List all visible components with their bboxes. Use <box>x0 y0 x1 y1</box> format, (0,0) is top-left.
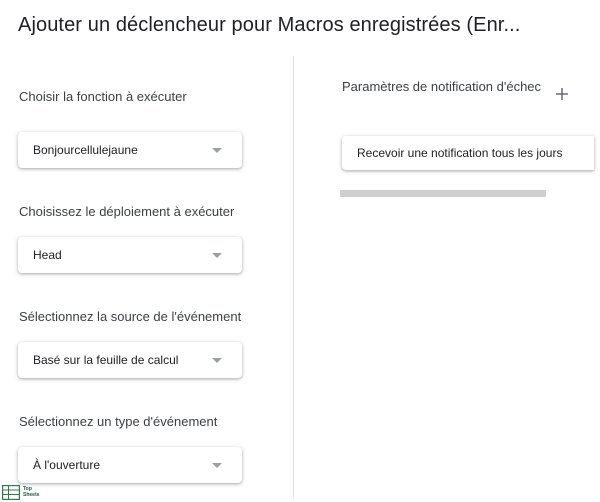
caret-down-icon <box>212 463 222 468</box>
event-source-label: Sélectionnez la source de l'événement <box>19 309 242 324</box>
horizontal-scrollbar[interactable] <box>340 190 546 197</box>
plus-icon <box>556 88 568 100</box>
event-source-select-value: Basé sur la feuille de calcul <box>33 353 179 367</box>
trigger-settings-column: Choisir la fonction à exécuter Bonjource… <box>0 0 292 502</box>
deployment-select-value: Head <box>33 248 62 262</box>
notification-frequency-select[interactable]: Recevoir une notification tous les jours <box>342 136 594 170</box>
event-type-label: Sélectionnez un type d'événement <box>19 414 218 429</box>
logo-text: Top Sheets <box>23 486 39 498</box>
deployment-select[interactable]: Head <box>18 237 242 273</box>
function-select-value: Bonjourcellulejaune <box>33 143 138 157</box>
top-sheets-logo: Top Sheets <box>2 485 52 500</box>
logo-line-2: Sheets <box>23 492 40 498</box>
function-select[interactable]: Bonjourcellulejaune <box>18 132 242 168</box>
caret-down-icon <box>212 358 222 363</box>
function-label: Choisir la fonction à exécuter <box>19 89 187 104</box>
caret-down-icon <box>212 253 222 258</box>
event-source-select[interactable]: Basé sur la feuille de calcul <box>18 342 242 378</box>
add-notification-button[interactable] <box>548 80 576 108</box>
event-type-select-value: À l'ouverture <box>33 458 100 472</box>
notification-settings-column: Paramètres de notification d'échec Recev… <box>294 0 600 502</box>
spreadsheet-logo-icon <box>2 485 20 500</box>
deployment-label: Choisissez le déploiement à exécuter <box>19 204 235 219</box>
failure-notification-title: Paramètres de notification d'échec <box>342 79 542 94</box>
notification-frequency-value: Recevoir une notification tous les jours <box>357 146 563 160</box>
caret-down-icon <box>212 148 222 153</box>
event-type-select[interactable]: À l'ouverture <box>18 447 242 483</box>
